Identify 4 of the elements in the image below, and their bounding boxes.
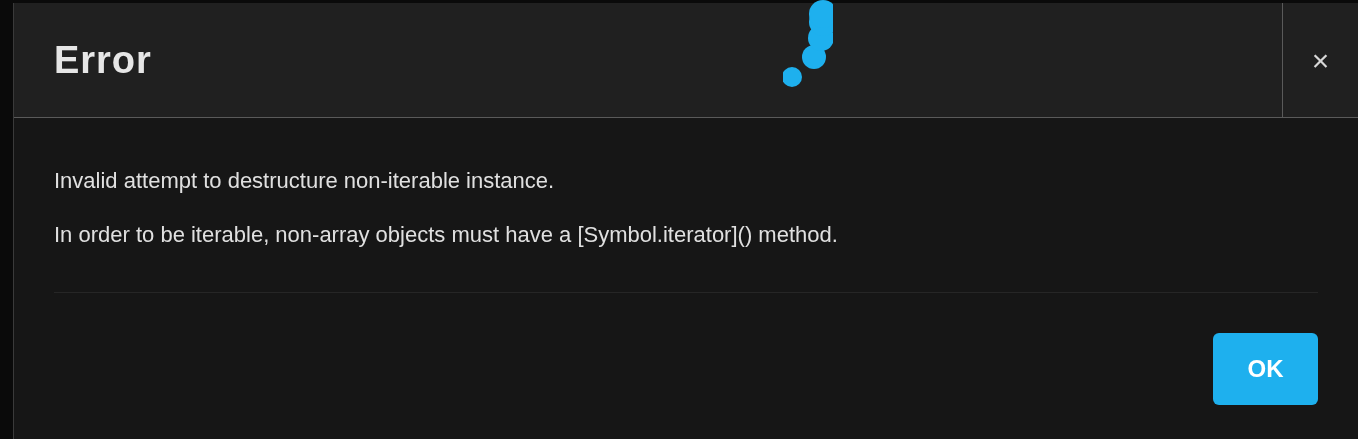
error-message: Invalid attempt to destructure non-iterable instance. bbox=[54, 167, 556, 195]
dialog-title: Error bbox=[54, 37, 152, 83]
error-message: In order to be iterable, non-array objects must have a [Symbol.iterator]() method. bbox=[54, 221, 839, 249]
close-button[interactable]: × bbox=[1282, 3, 1358, 117]
